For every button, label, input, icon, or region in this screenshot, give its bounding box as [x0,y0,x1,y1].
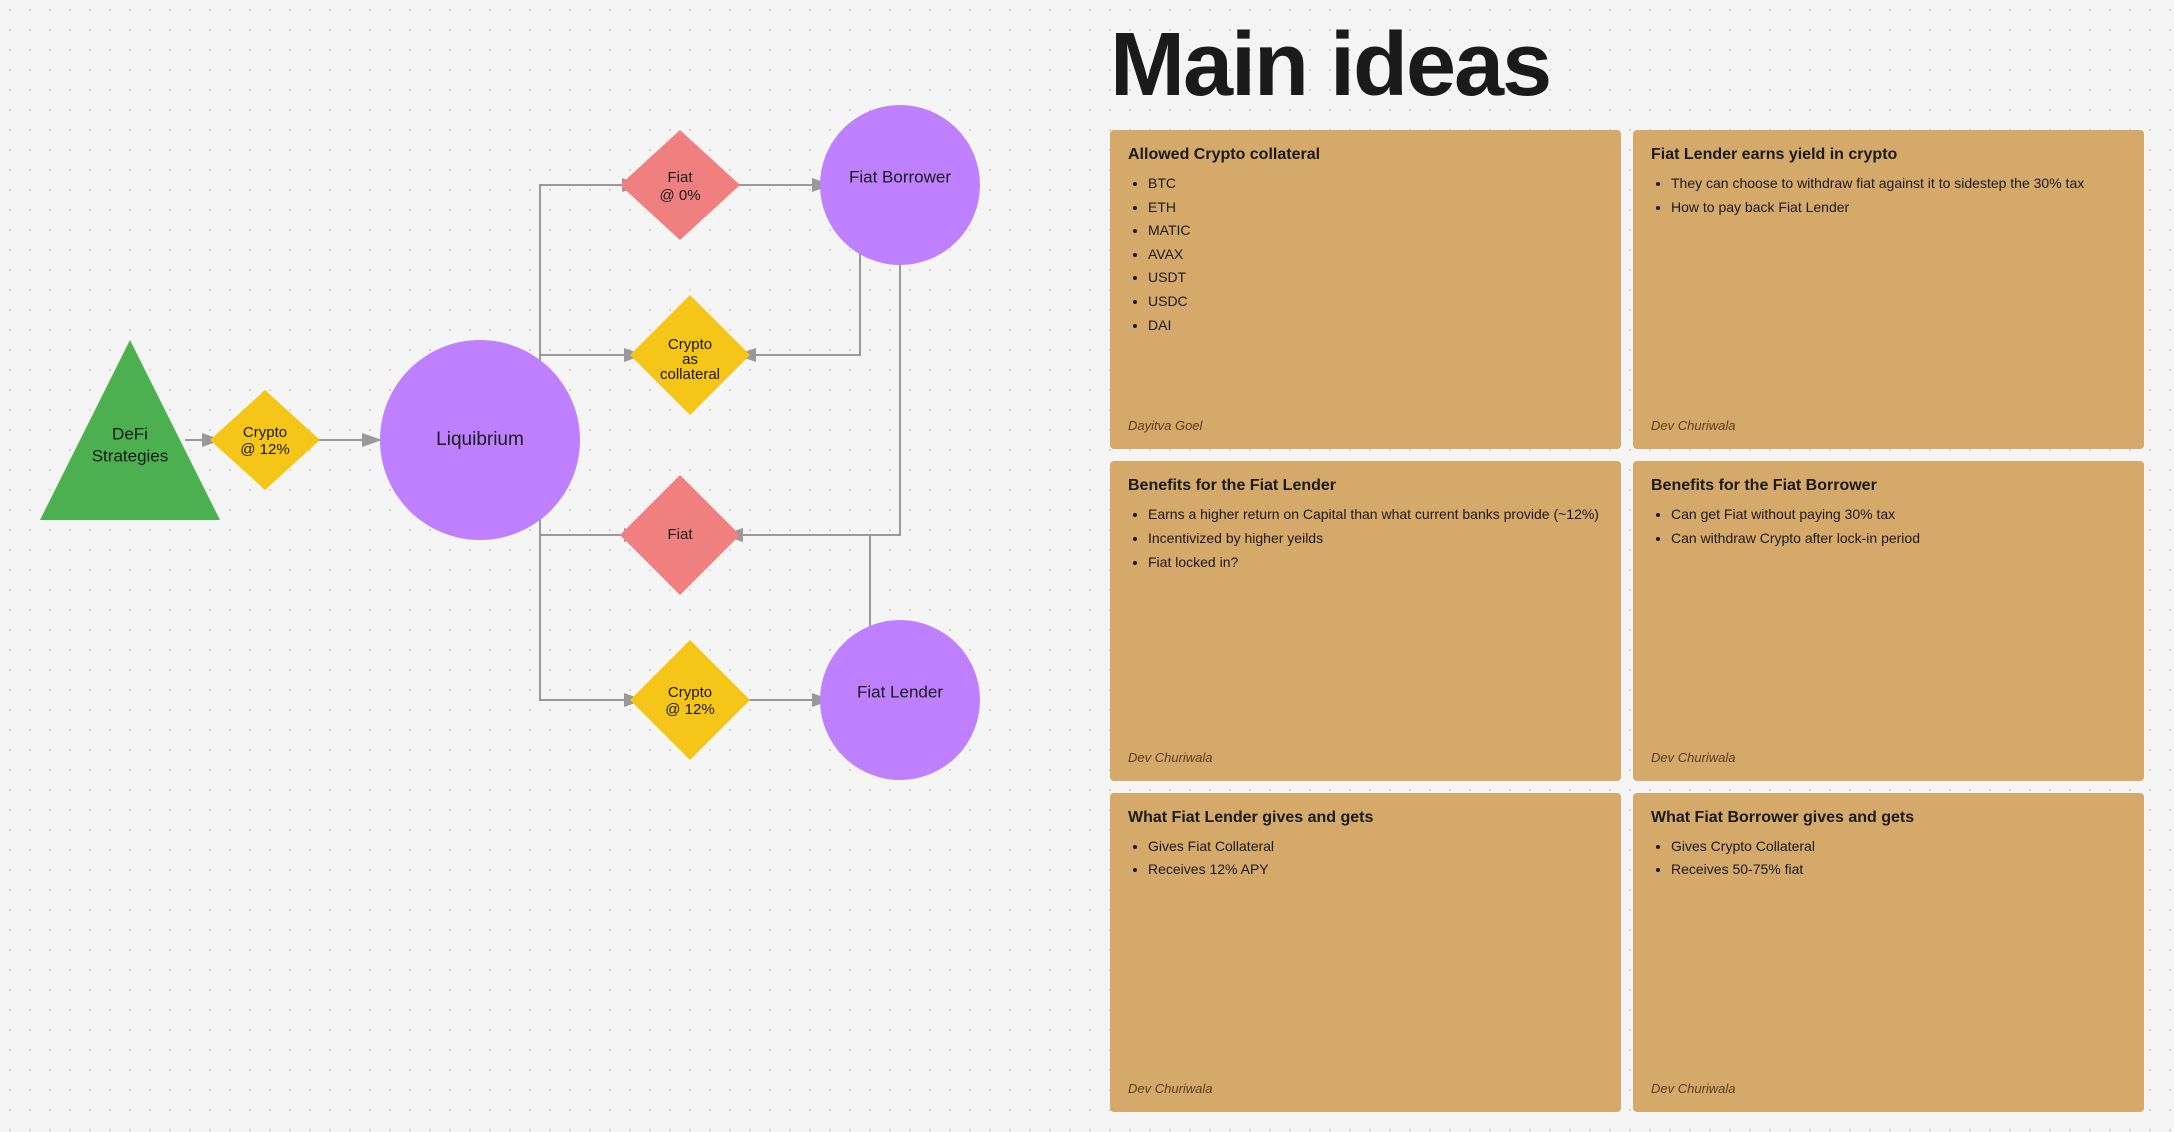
card-5-title: What Fiat Lender gives and gets [1128,809,1603,827]
card-5: What Fiat Lender gives and gets Gives Fi… [1110,793,1621,1112]
card-4: Benefits for the Fiat Borrower Can get F… [1633,461,2144,780]
card-1-title: Allowed Crypto collateral [1128,146,1603,164]
list-item: MATIC [1148,221,1603,241]
diagram-panel: DeFi Strategies Crypto @ 12% Liquibrium … [0,0,1080,1132]
card-4-list: Can get Fiat without paying 30% tax Can … [1651,505,2126,548]
card-6: What Fiat Borrower gives and gets Gives … [1633,793,2144,1112]
list-item: ETH [1148,198,1603,218]
list-item: USDT [1148,268,1603,288]
card-5-list: Gives Fiat Collateral Receives 12% APY [1128,837,1603,880]
card-1: Allowed Crypto collateral BTC ETH MATIC … [1110,130,1621,449]
card-3-title: Benefits for the Fiat Lender [1128,477,1603,495]
list-item: Receives 12% APY [1148,860,1603,880]
svg-text:@ 12%: @ 12% [240,441,289,458]
card-3-author: Dev Churiwala [1128,750,1603,765]
cards-grid: Allowed Crypto collateral BTC ETH MATIC … [1110,130,2144,1112]
card-2: Fiat Lender earns yield in crypto They c… [1633,130,2144,449]
card-2-author: Dev Churiwala [1651,418,2126,433]
svg-text:DeFi: DeFi [112,424,148,443]
list-item: Fiat locked in? [1148,553,1603,573]
list-item: Gives Crypto Collateral [1671,837,2126,857]
list-item: USDC [1148,292,1603,312]
list-item: Gives Fiat Collateral [1148,837,1603,857]
list-item: Can get Fiat without paying 30% tax [1671,505,2126,525]
svg-text:Strategies: Strategies [92,446,169,465]
card-2-title: Fiat Lender earns yield in crypto [1651,146,2126,164]
svg-text:collateral: collateral [660,366,720,383]
card-6-title: What Fiat Borrower gives and gets [1651,809,2126,827]
list-item: DAI [1148,316,1603,336]
svg-text:@ 12%: @ 12% [665,701,714,718]
main-ideas-title: Main ideas [1110,20,2144,110]
card-3-list: Earns a higher return on Capital than wh… [1128,505,1603,572]
right-panel: Main ideas Allowed Crypto collateral BTC… [1080,0,2174,1132]
list-item: How to pay back Fiat Lender [1671,198,2126,218]
svg-text:Fiat Borrower: Fiat Borrower [849,167,951,186]
card-1-author: Dayitva Goel [1128,418,1603,433]
card-2-list: They can choose to withdraw fiat against… [1651,174,2126,217]
svg-text:Fiat Lender: Fiat Lender [857,682,943,701]
card-4-author: Dev Churiwala [1651,750,2126,765]
svg-text:Fiat: Fiat [667,169,693,186]
svg-text:@ 0%: @ 0% [659,187,700,204]
list-item: Earns a higher return on Capital than wh… [1148,505,1603,525]
card-5-author: Dev Churiwala [1128,1081,1603,1096]
list-item: AVAX [1148,245,1603,265]
card-6-author: Dev Churiwala [1651,1081,2126,1096]
list-item: Can withdraw Crypto after lock-in period [1671,529,2126,549]
card-3: Benefits for the Fiat Lender Earns a hig… [1110,461,1621,780]
list-item: They can choose to withdraw fiat against… [1671,174,2126,194]
svg-text:Liquibrium: Liquibrium [436,429,524,450]
card-6-list: Gives Crypto Collateral Receives 50-75% … [1651,837,2126,880]
list-item: BTC [1148,174,1603,194]
svg-text:Crypto: Crypto [243,424,287,441]
svg-text:Fiat: Fiat [667,526,693,543]
svg-text:Crypto: Crypto [668,684,712,701]
list-item: Incentivized by higher yeilds [1148,529,1603,549]
card-1-list: BTC ETH MATIC AVAX USDT USDC DAI [1128,174,1603,335]
list-item: Receives 50-75% fiat [1671,860,2126,880]
card-4-title: Benefits for the Fiat Borrower [1651,477,2126,495]
